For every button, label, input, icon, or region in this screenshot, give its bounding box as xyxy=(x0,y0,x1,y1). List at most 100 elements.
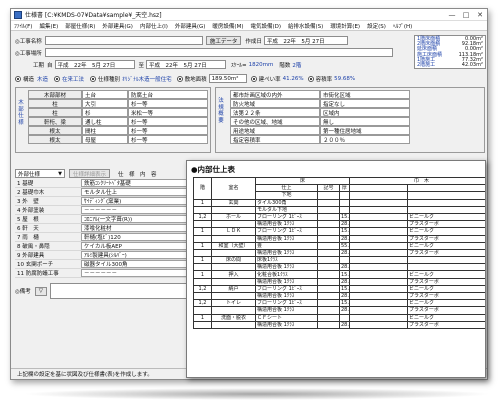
menu-item[interactable]: 編集(E) xyxy=(39,22,58,30)
report-row: 構造用合板 1ｸﾗｽ 28.0 プラスターボ xyxy=(193,277,485,286)
remarks-button[interactable]: ▽ xyxy=(34,286,47,296)
wood-spec-row: 軒桁、梁 通し柱 杉一等 xyxy=(28,117,208,126)
wood-spec-cell[interactable]: 間柱 xyxy=(82,126,128,135)
menu-item[interactable]: 内部仕上(I) xyxy=(140,22,168,30)
wood-spec-cell[interactable]: 杉一等 xyxy=(128,117,208,126)
wood-spec-cell[interactable]: 米松一等 xyxy=(128,108,208,117)
menu-item[interactable]: 外部建具(G) xyxy=(102,22,133,30)
chevron-down-icon: ▼ xyxy=(58,170,62,177)
report-finish-cell: ＣＦシート xyxy=(255,313,318,322)
report-finish-cell: 構造用合板 1ｸﾗｽ xyxy=(255,220,318,229)
report-code-cell xyxy=(317,313,340,322)
status-text: 上記欄の設定を基に状図及び仕様書(表)を作成します。 xyxy=(17,372,153,378)
project-name-row: ◎工事名称 施工データ 作成日 平成 22年 5月 27日 xyxy=(15,36,348,45)
stat-value: 42.03m² xyxy=(461,62,483,69)
menu-item[interactable]: 環境計算(E) xyxy=(330,22,360,30)
law-cell[interactable]: ２００％ xyxy=(320,135,410,144)
law-cell[interactable]: 第一種住居地域 xyxy=(320,126,410,135)
wood-spec-cell[interactable]: 母屋 xyxy=(82,135,128,144)
project-name-label: ◎工事名称 xyxy=(15,38,42,45)
minimize-button[interactable]: — xyxy=(445,9,459,21)
report-table: 階室名床巾 木仕上 記号厚下地 1 玄関 タイル300角 モルタル下地 1,2 ホール フローリ… xyxy=(193,176,485,329)
floor-area-stats: 1階床面積 0.00m² 2階床面積 92.18m² 延床面積 0.00m² 施工床面積 11… xyxy=(414,35,486,69)
project-name-input[interactable] xyxy=(44,36,203,45)
menu-item[interactable]: 外部建具(G) xyxy=(175,22,206,30)
menu-item[interactable]: ﾌｧｲﾙ(F) xyxy=(14,22,32,30)
report-empty-cell xyxy=(349,306,409,315)
exterior-spec-item: 2 基礎巾木 xyxy=(17,190,45,196)
report-baseboard-cell: ビニールク xyxy=(407,284,485,294)
report-baseboard-cell: ビニールク xyxy=(407,299,485,308)
wood-spec-cell[interactable]: 杉一等 xyxy=(128,99,208,108)
spec-detail-button[interactable]: 仕様詳細表示 xyxy=(69,169,111,178)
report-floor-cell: 1 xyxy=(193,241,212,250)
law-cell: 防火地域 xyxy=(230,99,320,108)
report-room-cell: 押入 xyxy=(211,270,256,279)
spec-radio[interactable] xyxy=(90,75,97,82)
menu-item[interactable]: 設定(S) xyxy=(367,22,386,30)
report-baseboard-cell: プラスターボ xyxy=(407,220,485,229)
menu-item[interactable]: 部屋仕様(R) xyxy=(65,22,95,30)
spec-category-select[interactable]: 外部仕様 ▼ xyxy=(15,169,65,178)
law-cell[interactable]: 区域内 xyxy=(320,108,410,117)
law-cell[interactable]: 無し xyxy=(320,117,410,126)
menu-item[interactable]: 電気設備(D) xyxy=(250,22,281,30)
law-row: 防火地域 指定なし xyxy=(230,99,410,108)
structure-radio[interactable] xyxy=(15,75,21,82)
wood-spec-cell[interactable]: 通し柱 xyxy=(82,117,128,126)
report-room-cell: トイレ xyxy=(211,299,256,308)
menu-item[interactable]: ﾍﾙﾌﾟ(H) xyxy=(393,22,412,30)
report-row: 1,2トイレフローリング 1ﾋﾟｰｽ 15.0 ビニールク xyxy=(193,299,485,308)
menu-item[interactable]: 給排水設備(S) xyxy=(288,22,323,30)
exterior-spec-item: 8 破風・鼻隠 xyxy=(17,244,50,250)
report-finish-cell: 構造用合板 1ｸﾗｽ xyxy=(255,291,318,301)
remarks-input[interactable] xyxy=(49,283,190,299)
report-code-cell xyxy=(317,299,340,308)
wood-spec-cell: 柱 xyxy=(28,99,82,108)
site-area-field[interactable]: 189.50m² xyxy=(208,74,247,83)
report-thickness-cell: 28.0 xyxy=(338,248,351,258)
menu-item[interactable]: 暖房設備(M) xyxy=(212,22,243,30)
wood-spec-cell[interactable]: 杉 xyxy=(82,108,128,117)
maximize-button[interactable]: □ xyxy=(459,9,473,21)
period-from-field[interactable]: 平成 22年 5月 27日 xyxy=(54,60,135,69)
title-bar: 仕様書 [C:¥KMDS-07¥Data¥sample¥_天空.hsz] — □… xyxy=(11,9,487,21)
law-cell[interactable]: 市街化区域 xyxy=(320,90,410,99)
wood-spec-side-label: 木部仕様 xyxy=(18,100,24,126)
report-row: 1 洗面・脱衣 ＣＦシート ビニールク xyxy=(193,313,485,322)
report-finish-cell: フローリング 1ﾋﾟｰｽ xyxy=(255,227,318,236)
wood-spec-cell[interactable]: 土台 xyxy=(82,90,128,99)
construction-method-radio[interactable] xyxy=(54,75,61,82)
report-row: 構造用合板 1ｸﾗｽ 28.0 xyxy=(193,263,485,272)
project-place-input[interactable] xyxy=(44,48,393,57)
report-row: 構造用合板 1ｸﾗｽ 28.0 プラスターボ xyxy=(193,306,485,315)
period-to-field[interactable]: 平成 22年 5月 27日 xyxy=(146,60,227,69)
report-empty-cell xyxy=(349,277,409,286)
report-room-cell xyxy=(211,320,256,329)
law-cell[interactable]: 指定なし xyxy=(320,99,410,108)
period-from-label: 自 xyxy=(47,62,53,69)
site-area-radio[interactable] xyxy=(176,75,183,82)
wood-spec-cell[interactable]: 大引 xyxy=(82,99,128,108)
report-floor-header: 階 xyxy=(193,177,212,200)
report-baseboard-cell xyxy=(407,263,485,272)
coverage-radio[interactable] xyxy=(250,75,257,82)
wood-spec-cell[interactable]: 杉一等 xyxy=(128,135,208,144)
far-radio[interactable] xyxy=(307,75,314,82)
spec-category-value: 外部仕様 xyxy=(18,171,41,178)
wood-spec-cell[interactable]: 防腐土台 xyxy=(128,90,208,99)
report-code-cell xyxy=(317,212,340,222)
exterior-spec-item: 6 軒 天 xyxy=(17,226,39,232)
wood-spec-cell: 軒桁、梁 xyxy=(28,117,82,126)
created-date-field[interactable]: 平成 22年 5月 27日 xyxy=(263,36,348,45)
report-empty-cell xyxy=(349,184,409,193)
close-button[interactable]: ✕ xyxy=(473,9,487,21)
report-floor-cell xyxy=(193,306,212,315)
report-thickness-cell xyxy=(338,256,351,265)
report-empty-cell xyxy=(349,198,409,207)
remarks-label: ◎備考 xyxy=(15,289,31,295)
wood-spec-cell[interactable]: 杉一等 xyxy=(128,126,208,135)
construction-data-button[interactable]: 施工データ xyxy=(205,36,242,45)
report-finish-cell: 構造用合板 1ｸﾗｽ xyxy=(255,320,318,329)
created-date-label: 作成日 xyxy=(245,38,262,45)
